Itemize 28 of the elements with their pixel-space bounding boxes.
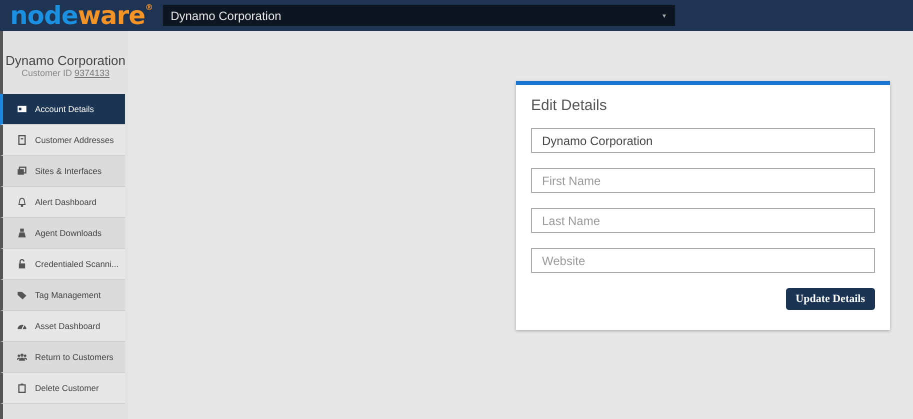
lock-icon bbox=[17, 259, 27, 269]
customer-id-label: Customer ID bbox=[21, 68, 72, 78]
sidebar-item[interactable]: Account Details bbox=[0, 94, 125, 125]
card-title: Edit Details bbox=[531, 97, 608, 114]
sidebar-item[interactable]: Return to Customers bbox=[0, 342, 125, 373]
bell-icon bbox=[17, 197, 27, 207]
logo: nodeware® bbox=[10, 2, 153, 30]
sidebar-item[interactable]: Alert Dashboard bbox=[0, 187, 125, 218]
sidebar-item[interactable]: Asset Dashboard bbox=[0, 311, 125, 342]
input-field[interactable]: Website bbox=[531, 248, 875, 273]
clipboard-icon bbox=[17, 383, 27, 393]
input-field[interactable]: First Name bbox=[531, 168, 875, 193]
sidebar-item[interactable]: Delete Customer bbox=[0, 373, 125, 404]
tag-icon bbox=[17, 290, 27, 300]
sidebar-item[interactable]: Agent Downloads bbox=[0, 218, 125, 249]
people-icon bbox=[17, 352, 27, 362]
sidebar-item[interactable]: Sites & Interfaces bbox=[0, 156, 125, 187]
building-icon bbox=[17, 135, 27, 145]
window-stack-icon bbox=[17, 166, 27, 176]
customer-name: Dynamo Corporation bbox=[6, 53, 126, 68]
id-card-icon bbox=[17, 104, 27, 114]
input-field[interactable]: Last Name bbox=[531, 208, 875, 233]
figure-icon bbox=[17, 228, 27, 238]
sidebar-item[interactable]: Credentialed Scanni... bbox=[0, 249, 125, 280]
sidebar-item[interactable]: Tag Management bbox=[0, 280, 125, 311]
input-field[interactable]: Dynamo Corporation bbox=[531, 128, 875, 153]
sidebar-item[interactable]: Customer Addresses bbox=[0, 125, 125, 156]
update-details-button[interactable]: Update Details bbox=[786, 288, 875, 310]
